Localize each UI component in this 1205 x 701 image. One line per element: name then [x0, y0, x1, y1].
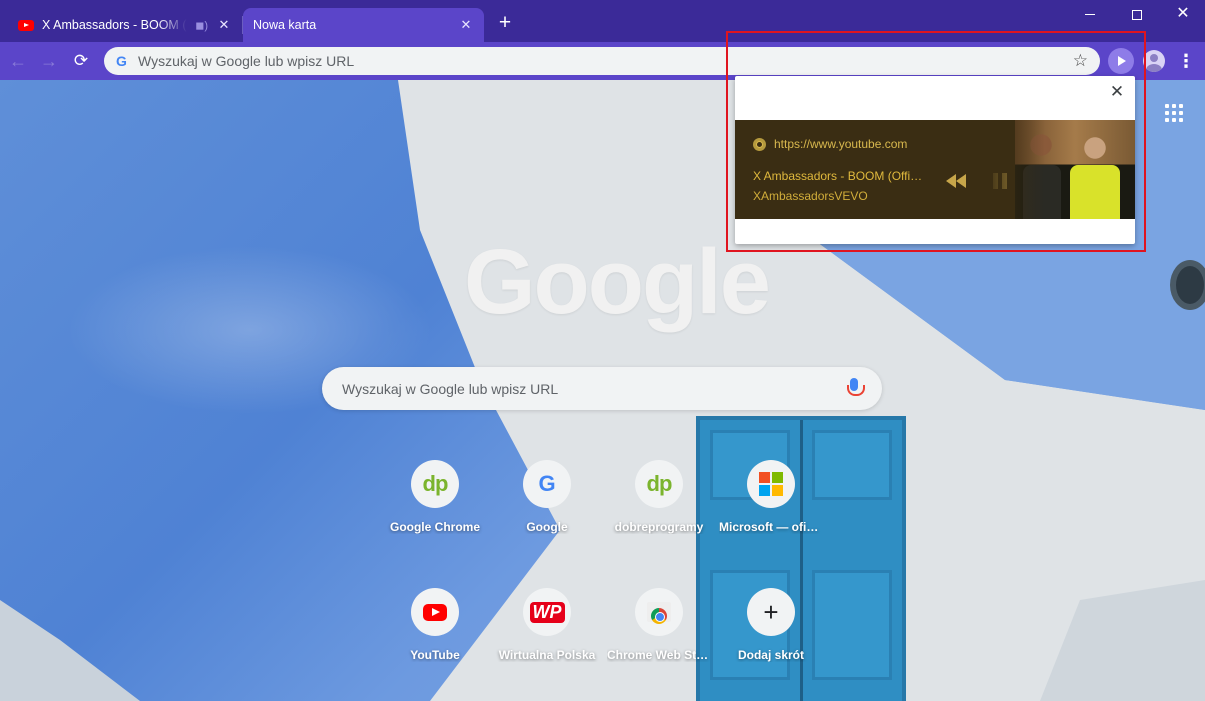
youtube-icon — [411, 588, 459, 636]
microphone-icon[interactable] — [846, 377, 865, 400]
dobreprogramy-icon: dp — [411, 460, 459, 508]
maximize-icon — [1132, 9, 1142, 20]
forward-button[interactable]: → — [36, 48, 62, 74]
plus-icon: + — [747, 588, 795, 636]
media-title: X Ambassadors - BOOM (Official Video) — [753, 169, 925, 183]
shortcut-label: YouTube — [410, 648, 460, 662]
tab-youtube[interactable]: X Ambassadors - BOOM (Official Video) ◼)… — [8, 8, 242, 42]
shortcut-label: dobreprogramy — [614, 520, 704, 534]
profile-avatar-icon[interactable] — [1143, 50, 1165, 72]
media-controls-dialog: ✕ https://www.youtube.com X Ambassadors … — [735, 76, 1135, 244]
shortcut-chrome-web-store[interactable]: Chrome Web Store — [603, 572, 715, 684]
shortcut-dobreprogramy[interactable]: dp dobreprogramy — [603, 444, 715, 556]
google-g-icon: G — [116, 53, 127, 69]
reload-button[interactable]: ⟳ — [68, 48, 94, 74]
previous-track-icon[interactable] — [946, 174, 968, 188]
shortcut-label: Google — [526, 520, 568, 534]
shortcut-label: Dodaj skrót — [737, 648, 804, 662]
shortcut-add[interactable]: + Dodaj skrót — [715, 572, 827, 684]
minimize-icon — [1085, 14, 1095, 16]
omnibox-input[interactable] — [138, 53, 1073, 69]
omnibox[interactable]: G ☆ — [104, 47, 1100, 75]
google-logo: Google — [464, 231, 771, 333]
shortcut-label: Microsoft — oficjalna strona główna — [719, 520, 823, 534]
tab-strip: X Ambassadors - BOOM (Official Video) ◼)… — [0, 0, 1205, 42]
close-icon[interactable]: ✕ — [1108, 82, 1126, 102]
microsoft-icon — [747, 460, 795, 508]
chrome-web-store-icon — [635, 588, 683, 636]
shortcut-label: Chrome Web Store — [607, 648, 711, 662]
youtube-favicon-icon — [18, 19, 34, 31]
close-window-button[interactable]: ✕ — [1160, 0, 1205, 30]
ntp-search-box[interactable] — [322, 367, 882, 410]
chrome-icon — [753, 137, 766, 151]
shortcut-wirtualna-polska[interactable]: WP Wirtualna Polska — [491, 572, 603, 684]
porthole-window-image — [1170, 260, 1205, 310]
tab-title: X Ambassadors - BOOM (Official Video) — [42, 18, 187, 32]
tab-close-icon[interactable]: ✕ — [458, 17, 474, 33]
kebab-menu-icon[interactable]: ⋮ — [1177, 49, 1195, 73]
shortcut-label: Google Chrome — [389, 520, 480, 534]
maximize-button[interactable] — [1114, 0, 1160, 30]
toolbar: ← → ⟳ G ☆ ⋮ — [0, 42, 1205, 80]
ntp-search-input[interactable] — [342, 380, 846, 397]
minimize-button[interactable] — [1067, 0, 1113, 30]
media-controls-button[interactable] — [1108, 48, 1134, 74]
wp-icon: WP — [523, 588, 571, 636]
shortcut-microsoft[interactable]: Microsoft — oficjalna strona główna — [715, 444, 827, 556]
tab-title: Nowa karta — [253, 18, 317, 32]
back-button[interactable]: ← — [5, 48, 31, 74]
shortcut-label: Wirtualna Polska — [498, 648, 596, 662]
shortcut-youtube[interactable]: YouTube — [379, 572, 491, 684]
tab-close-icon[interactable]: ✕ — [216, 17, 232, 33]
media-origin: https://www.youtube.com — [753, 137, 907, 151]
tab-new-tab[interactable]: Nowa karta ✕ — [243, 8, 484, 42]
new-tab-button[interactable]: + — [494, 12, 516, 34]
media-artist: XAmbassadorsVEVO — [753, 189, 868, 203]
artwork-fade — [985, 120, 1045, 219]
google-apps-icon[interactable] — [1165, 104, 1183, 122]
dobreprogramy-icon: dp — [635, 460, 683, 508]
media-origin-url: https://www.youtube.com — [774, 137, 908, 151]
bookmark-star-icon[interactable]: ☆ — [1073, 51, 1088, 71]
shortcut-google[interactable]: G Google — [491, 444, 603, 556]
media-notification[interactable]: https://www.youtube.com X Ambassadors - … — [735, 120, 1135, 219]
audio-playing-icon[interactable]: ◼) — [195, 19, 208, 32]
shortcut-google-chrome[interactable]: dp Google Chrome — [379, 444, 491, 556]
google-icon: G — [523, 460, 571, 508]
